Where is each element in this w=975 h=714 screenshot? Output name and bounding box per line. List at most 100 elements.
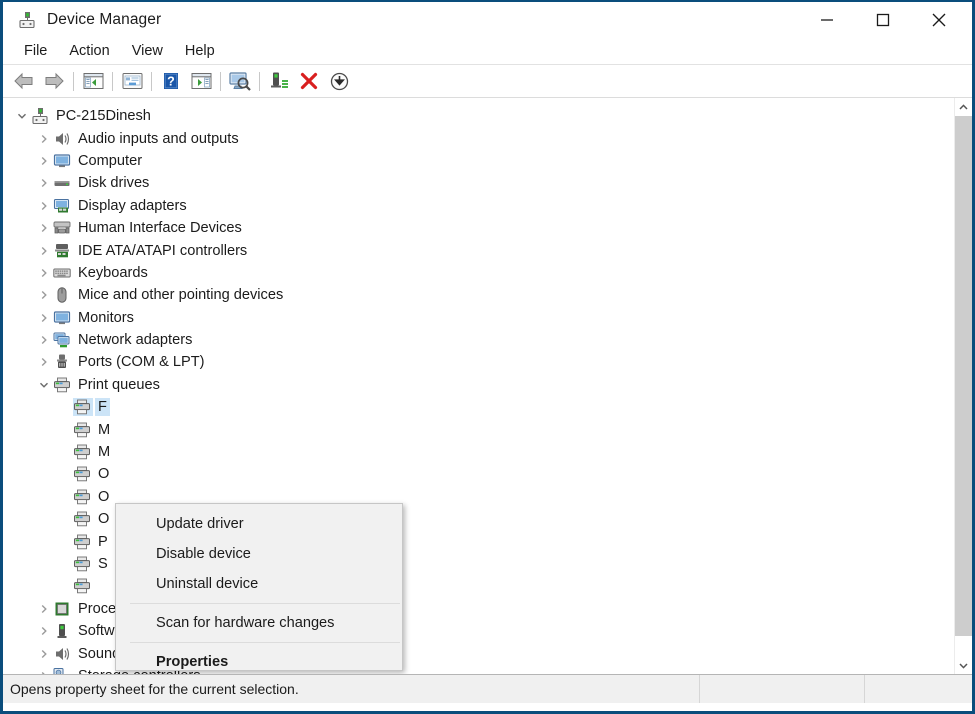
tree-item-label: S	[98, 556, 108, 572]
show-hide-action-pane-button[interactable]	[186, 68, 216, 95]
chevron-down-icon[interactable]	[35, 380, 53, 390]
chevron-right-icon[interactable]	[35, 290, 53, 300]
tree-item-label: Audio inputs and outputs	[78, 130, 239, 147]
chevron-right-icon[interactable]	[35, 604, 53, 614]
tree-item-label: Print queues	[78, 376, 160, 393]
context-menu-properties[interactable]: Properties	[116, 647, 402, 674]
speaker-icon	[53, 645, 73, 663]
monitor-icon	[53, 152, 73, 170]
menu-help[interactable]: Help	[174, 40, 226, 62]
tree-item-label: Computer	[78, 152, 143, 169]
keyboard-icon	[53, 264, 73, 282]
vertical-scrollbar[interactable]	[954, 98, 972, 674]
scrollbar-thumb[interactable]	[955, 116, 972, 636]
uninstall-device-button[interactable]	[294, 68, 324, 95]
tree-item-label: Network adapters	[78, 332, 193, 349]
close-button[interactable]	[916, 2, 962, 37]
tree-item-root[interactable]: PC-215Dinesh	[3, 105, 954, 127]
chevron-right-icon[interactable]	[35, 201, 53, 211]
status-bar: Opens property sheet for the current sel…	[3, 675, 972, 703]
tree-item-label: Disk drives	[78, 175, 150, 192]
context-menu-uninstall-device[interactable]: Uninstall device	[116, 569, 402, 599]
context-menu-disable-device[interactable]: Disable device	[116, 539, 402, 569]
chevron-right-icon[interactable]	[35, 246, 53, 256]
tree-item-display-adapters[interactable]: Display adapters	[3, 195, 954, 217]
tree-item-monitors[interactable]: Monitors	[3, 307, 954, 329]
window-title: Device Manager	[47, 11, 162, 28]
tree-item-printer-0[interactable]: F	[3, 396, 954, 418]
toolbar-separator	[73, 71, 74, 91]
help-button[interactable]: ?	[156, 68, 186, 95]
software-device-icon	[53, 622, 73, 640]
tree-item-human-interface-devices[interactable]: Human Interface Devices	[3, 217, 954, 239]
chevron-right-icon[interactable]	[35, 357, 53, 367]
menu-bar: File Action View Help	[3, 38, 972, 65]
tree-item-ports-com-and-lpt[interactable]: Ports (COM & LPT)	[3, 351, 954, 373]
tree-item-printer-1[interactable]: M	[3, 418, 954, 440]
tree-item-label: IDE ATA/ATAPI controllers	[78, 242, 248, 259]
forward-button[interactable]	[39, 68, 69, 95]
tree-item-computer[interactable]: Computer	[3, 150, 954, 172]
speaker-icon	[53, 130, 73, 148]
scroll-down-arrow-icon[interactable]	[955, 656, 972, 674]
printer-icon	[73, 533, 93, 551]
context-menu-update-driver[interactable]: Update driver	[116, 509, 402, 539]
menu-view[interactable]: View	[121, 40, 174, 62]
device-context-menu[interactable]: Update driver Disable device Uninstall d…	[115, 503, 403, 671]
properties-button[interactable]	[117, 68, 147, 95]
context-menu-separator	[130, 642, 400, 643]
tree-item-ide-ata-atapi-controllers[interactable]: IDE ATA/ATAPI controllers	[3, 239, 954, 261]
chevron-right-icon[interactable]	[35, 178, 53, 188]
device-manager-window: Device Manager File Action View Help ? P…	[0, 0, 975, 714]
chevron-right-icon[interactable]	[35, 156, 53, 166]
chevron-right-icon[interactable]	[35, 626, 53, 636]
minimize-button[interactable]	[804, 2, 850, 37]
ide-controller-icon	[53, 242, 73, 260]
maximize-button[interactable]	[860, 2, 906, 37]
tree-item-keyboards[interactable]: Keyboards	[3, 262, 954, 284]
tree-item-printer-3[interactable]: O	[3, 463, 954, 485]
tree-item-label: Ports (COM & LPT)	[78, 354, 205, 371]
tree-item-mice-and-other-pointing-devices[interactable]: Mice and other pointing devices	[3, 284, 954, 306]
tree-item-label: Keyboards	[78, 264, 148, 281]
chevron-right-icon[interactable]	[35, 223, 53, 233]
toolbar-separator	[259, 71, 260, 91]
update-driver-button[interactable]	[264, 68, 294, 95]
back-button[interactable]	[9, 68, 39, 95]
tree-item-printer-2[interactable]: M	[3, 441, 954, 463]
menu-file[interactable]: File	[13, 40, 58, 62]
status-pane-3	[865, 675, 972, 703]
chevron-right-icon[interactable]	[35, 335, 53, 345]
show-hide-console-tree-button[interactable]	[78, 68, 108, 95]
chevron-right-icon[interactable]	[35, 649, 53, 659]
storage-controller-icon	[53, 667, 73, 674]
chevron-right-icon[interactable]	[35, 268, 53, 278]
port-icon	[53, 353, 73, 371]
context-menu-separator	[130, 603, 400, 604]
computer-root-icon	[31, 107, 51, 125]
scan-hardware-changes-button[interactable]	[225, 68, 255, 95]
disk-drive-icon	[53, 174, 73, 192]
status-pane-2	[700, 675, 865, 703]
chevron-right-icon[interactable]	[35, 134, 53, 144]
tree-item-print-queues[interactable]: Print queues	[3, 374, 954, 396]
printer-icon	[73, 421, 93, 439]
chevron-down-icon[interactable]	[13, 111, 31, 121]
disable-device-button[interactable]	[324, 68, 354, 95]
toolbar: ?	[3, 65, 972, 98]
chevron-right-icon[interactable]	[35, 313, 53, 323]
device-tree-panel: PC-215Dinesh Audio inputs and outputs Co…	[3, 98, 972, 675]
tree-item-label: P	[98, 533, 108, 550]
chevron-right-icon[interactable]	[35, 671, 53, 674]
printer-icon	[73, 510, 93, 528]
tree-item-audio-inputs-and-outputs[interactable]: Audio inputs and outputs	[3, 127, 954, 149]
toolbar-separator	[151, 71, 152, 91]
context-menu-scan-for-hardware-changes[interactable]: Scan for hardware changes	[116, 608, 402, 638]
tree-item-disk-drives[interactable]: Disk drives	[3, 172, 954, 194]
mouse-icon	[53, 286, 73, 304]
toolbar-separator	[112, 71, 113, 91]
tree-item-network-adapters[interactable]: Network adapters	[3, 329, 954, 351]
network-adapter-icon	[53, 331, 73, 349]
menu-action[interactable]: Action	[58, 40, 120, 62]
scroll-up-arrow-icon[interactable]	[955, 98, 972, 116]
